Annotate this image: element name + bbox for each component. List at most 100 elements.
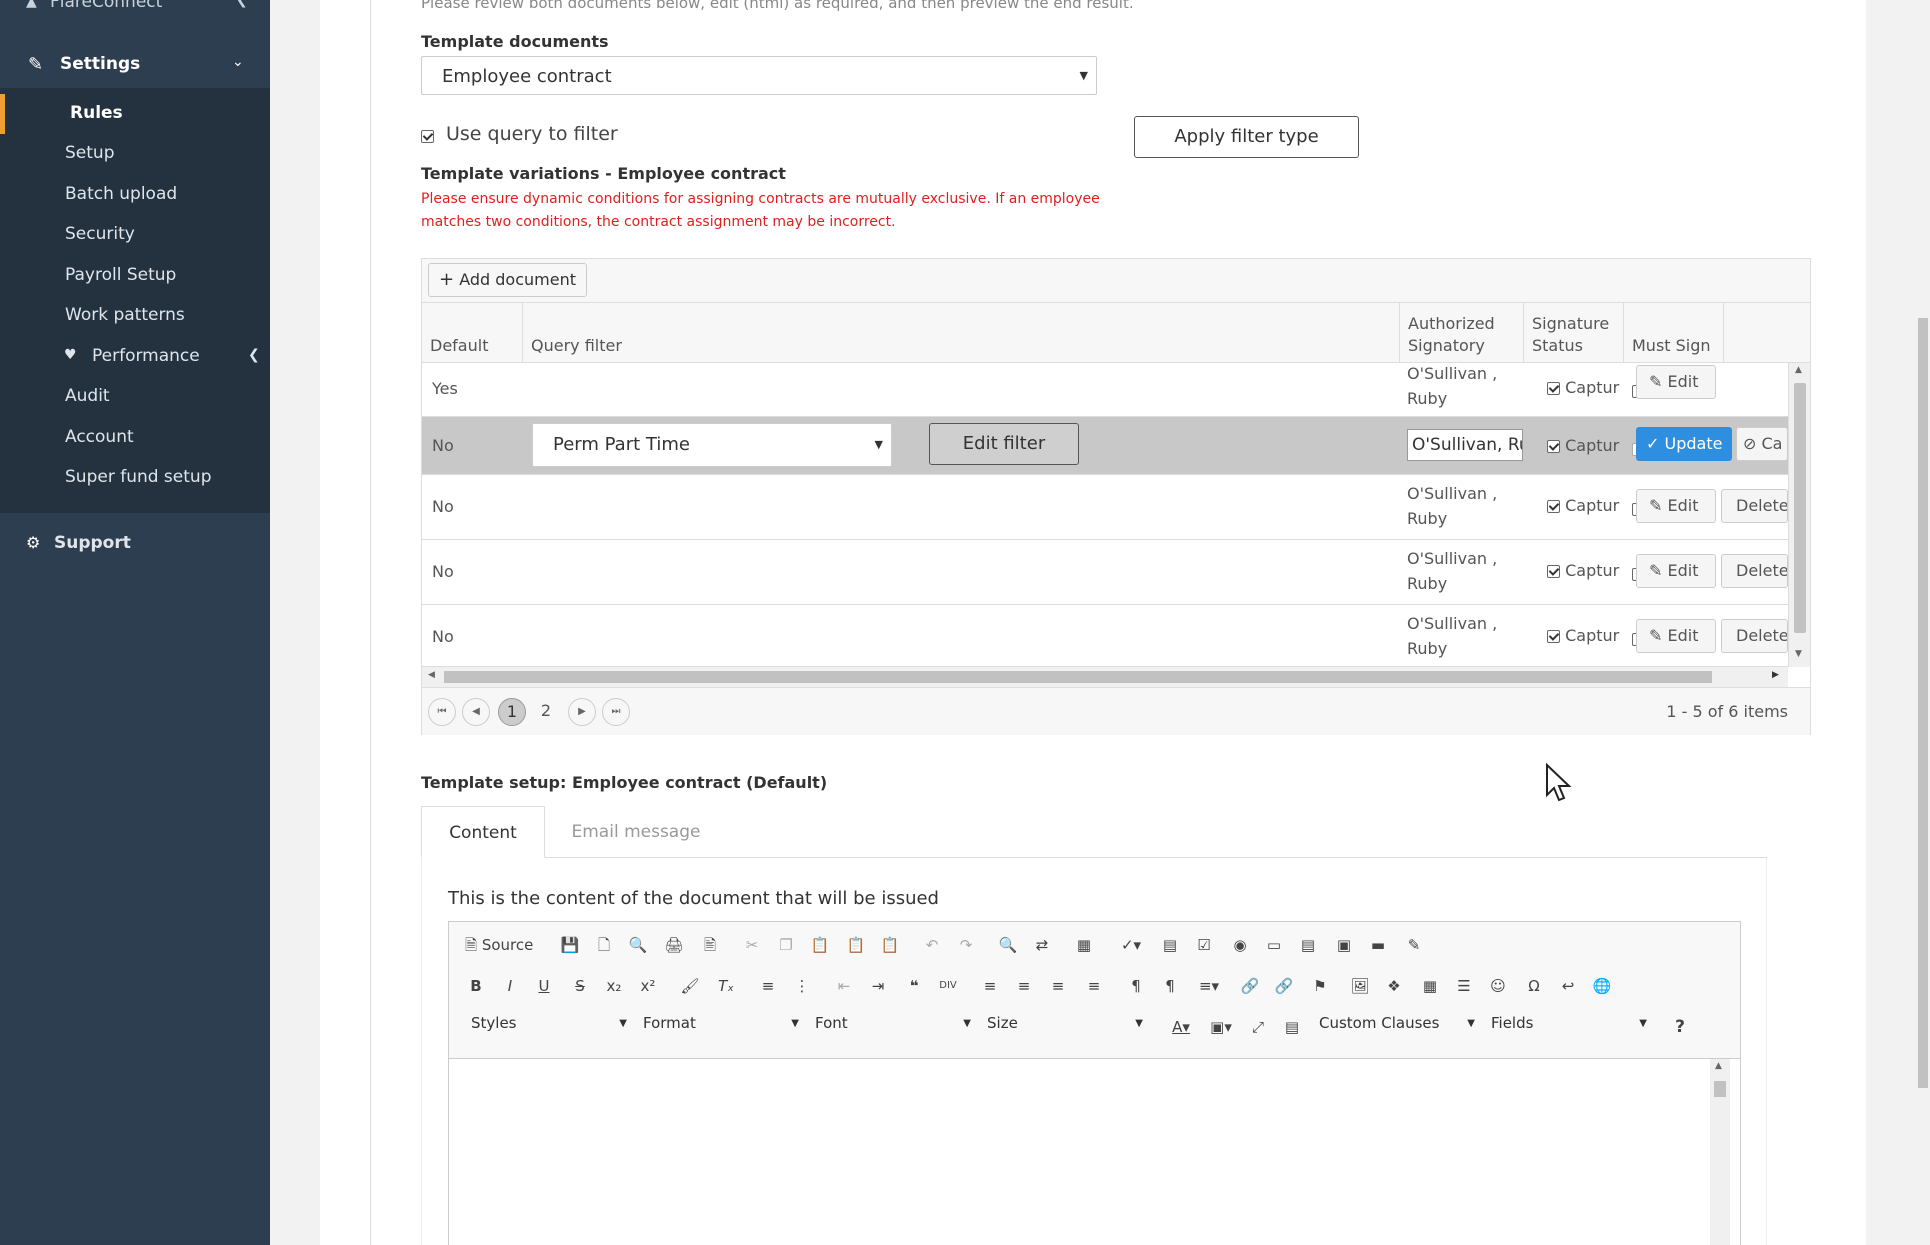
styles-combo[interactable]: Styles ▼ xyxy=(471,1014,631,1040)
image-button-icon[interactable]: ✎ xyxy=(1403,934,1425,956)
status-checkbox[interactable] xyxy=(1547,440,1560,453)
copy-icon[interactable]: ❐ xyxy=(775,934,797,956)
maximize-icon[interactable]: ⤢ xyxy=(1247,1016,1269,1038)
text-color-icon[interactable]: A▾ xyxy=(1165,1016,1197,1038)
bg-color-icon[interactable]: ▣▾ xyxy=(1205,1016,1237,1038)
status-checkbox[interactable] xyxy=(1547,565,1560,578)
column-signature-status[interactable]: Signature Status xyxy=(1523,303,1623,363)
prev-page-icon[interactable]: ◀ xyxy=(462,698,490,726)
link-icon[interactable]: 🔗 xyxy=(1239,975,1261,997)
column-must-sign[interactable]: Must Sign xyxy=(1623,303,1723,363)
image-icon[interactable]: 🖼 xyxy=(1349,975,1371,997)
textfield-icon[interactable]: ▭ xyxy=(1263,934,1285,956)
scroll-thumb[interactable] xyxy=(1794,383,1806,633)
subscript-icon[interactable]: x₂ xyxy=(603,975,625,997)
update-button[interactable]: ✓ Update xyxy=(1636,427,1732,461)
unlink-icon[interactable]: 🔗 xyxy=(1273,975,1295,997)
edit-button[interactable]: ✎ Edit xyxy=(1636,619,1716,653)
size-combo[interactable]: Size ▼ xyxy=(987,1014,1147,1040)
iframe-icon[interactable]: 🌐 xyxy=(1591,975,1613,997)
underline-icon[interactable]: U xyxy=(533,975,555,997)
table-icon[interactable]: ▦ xyxy=(1419,975,1441,997)
sidebar-item-audit[interactable]: Audit xyxy=(0,377,270,417)
anchor-icon[interactable]: ⚑ xyxy=(1309,975,1331,997)
special-char-icon[interactable]: Ω xyxy=(1523,975,1545,997)
template-documents-select[interactable]: Employee contract ▼ xyxy=(421,56,1097,95)
strikethrough-icon[interactable]: S xyxy=(569,975,591,997)
scroll-thumb[interactable] xyxy=(1918,318,1928,1088)
superscript-icon[interactable]: x² xyxy=(637,975,659,997)
format-combo[interactable]: Format ▼ xyxy=(643,1014,803,1040)
scroll-thumb[interactable] xyxy=(1714,1081,1726,1097)
sidebar-item-super-fund-setup[interactable]: Super fund setup xyxy=(0,458,270,498)
new-page-icon[interactable]: 🗋 xyxy=(593,934,615,956)
preview-icon[interactable]: 🔍 xyxy=(627,934,649,956)
radio-icon[interactable]: ◉ xyxy=(1229,934,1251,956)
spellcheck-icon[interactable]: ✓▾ xyxy=(1115,934,1147,956)
editor-content-area[interactable]: ▲ xyxy=(449,1058,1740,1245)
sidebar-item-batch-upload[interactable]: Batch upload xyxy=(0,175,270,215)
page-break-icon[interactable]: ↩ xyxy=(1557,975,1579,997)
scroll-up-icon[interactable]: ▲ xyxy=(1795,365,1802,375)
undo-icon[interactable]: ↶ xyxy=(921,934,943,956)
page-2[interactable]: 2 xyxy=(532,698,560,726)
bold-icon[interactable]: B xyxy=(465,975,487,997)
tab-content[interactable]: Content xyxy=(421,806,545,858)
font-combo[interactable]: Font ▼ xyxy=(815,1014,975,1040)
query-filter-select[interactable]: Perm Part Time ▼ xyxy=(532,423,892,467)
select-field-icon[interactable]: ▣ xyxy=(1333,934,1355,956)
align-center-icon[interactable]: ≡ xyxy=(1013,975,1035,997)
scroll-right-icon[interactable]: ▶ xyxy=(1772,670,1779,680)
column-authorized-signatory[interactable]: Authorized Signatory xyxy=(1399,303,1523,363)
numbered-list-icon[interactable]: ≡ xyxy=(757,975,779,997)
align-right-icon[interactable]: ≡ xyxy=(1047,975,1069,997)
custom-clauses-combo[interactable]: Custom Clauses ▼ xyxy=(1319,1014,1479,1040)
paste-icon[interactable]: 📋 xyxy=(809,934,831,956)
status-checkbox[interactable] xyxy=(1547,500,1560,513)
paste-text-icon[interactable]: 📋 xyxy=(845,934,867,956)
grid-horizontal-scrollbar[interactable]: ◀ ▶ xyxy=(422,667,1788,687)
grid-vertical-scrollbar[interactable]: ▲ ▼ xyxy=(1788,363,1810,667)
language-icon[interactable]: ≡▾ xyxy=(1193,975,1225,997)
delete-button[interactable]: Delete xyxy=(1721,554,1788,588)
next-page-icon[interactable]: ▶ xyxy=(568,698,596,726)
status-checkbox[interactable] xyxy=(1547,382,1560,395)
scroll-down-icon[interactable]: ▼ xyxy=(1795,649,1802,659)
scroll-up-icon[interactable]: ▲ xyxy=(1715,1061,1722,1071)
help-icon[interactable]: ? xyxy=(1669,1016,1691,1038)
ltr-icon[interactable]: ¶ xyxy=(1125,975,1147,997)
smiley-icon[interactable]: ☺ xyxy=(1487,975,1509,997)
indent-icon[interactable]: ⇥ xyxy=(867,975,889,997)
button-field-icon[interactable]: ▬ xyxy=(1367,934,1389,956)
copy-format-icon[interactable]: 🖌 xyxy=(679,975,701,997)
redo-icon[interactable]: ↷ xyxy=(955,934,977,956)
replace-icon[interactable]: ⇄ xyxy=(1031,934,1053,956)
align-left-icon[interactable]: ≡ xyxy=(979,975,1001,997)
apply-filter-type-button[interactable]: Apply filter type xyxy=(1134,116,1359,158)
sidebar-item-security[interactable]: Security xyxy=(0,215,270,255)
column-default[interactable]: Default xyxy=(422,303,522,363)
fields-combo[interactable]: Fields ▼ xyxy=(1491,1014,1651,1040)
save-icon[interactable]: 💾 xyxy=(559,934,581,956)
print-icon[interactable]: 🖨 xyxy=(663,934,685,956)
show-blocks-icon[interactable]: ▤ xyxy=(1281,1016,1303,1038)
checkbox-icon[interactable]: ☑ xyxy=(1193,934,1215,956)
templates-icon[interactable]: 🖹 xyxy=(699,934,721,956)
column-query-filter[interactable]: Query filter xyxy=(522,303,1399,363)
status-checkbox[interactable] xyxy=(1547,630,1560,643)
scroll-left-icon[interactable]: ◀ xyxy=(428,670,435,680)
use-query-checkbox[interactable] xyxy=(421,126,434,146)
justify-icon[interactable]: ≡ xyxy=(1083,975,1105,997)
first-page-icon[interactable]: ⏮ xyxy=(428,698,456,726)
flash-icon[interactable]: ❖ xyxy=(1383,975,1405,997)
sidebar-item-setup[interactable]: Setup xyxy=(0,134,270,174)
sidebar-item-account[interactable]: Account xyxy=(0,418,270,458)
page-scrollbar[interactable] xyxy=(1916,0,1930,1245)
last-page-icon[interactable]: ⏭ xyxy=(602,698,630,726)
tab-email-message[interactable]: Email message xyxy=(556,806,716,858)
div-container-icon[interactable]: DIV xyxy=(937,975,959,997)
find-icon[interactable]: 🔍 xyxy=(997,934,1019,956)
form-icon[interactable]: ▤ xyxy=(1159,934,1181,956)
edit-button[interactable]: ✎ Edit xyxy=(1636,489,1716,523)
paste-word-icon[interactable]: 📋 xyxy=(879,934,901,956)
